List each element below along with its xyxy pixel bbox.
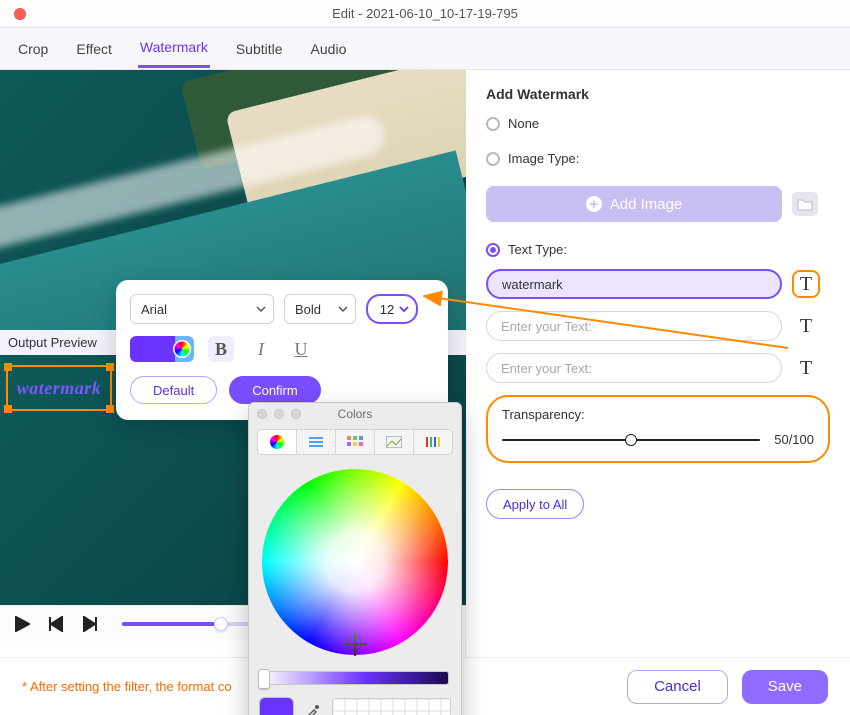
step-forward-button[interactable] — [80, 614, 100, 634]
colors-tab-pencils[interactable] — [414, 430, 452, 454]
font-weight-select[interactable]: Bold — [284, 294, 356, 324]
watermark-text-input-1[interactable]: watermark — [486, 269, 782, 299]
italic-button[interactable]: I — [248, 336, 274, 362]
watermark-preview-text: watermark — [17, 378, 102, 399]
text-style-toolbar: Arial Bold 12 B I U Default — [116, 280, 448, 420]
resize-handle-bl[interactable] — [4, 405, 12, 413]
transparency-value: 50/100 — [774, 432, 814, 447]
font-family-value: Arial — [141, 302, 167, 317]
browse-folder-button[interactable] — [792, 192, 818, 216]
apply-to-all-button[interactable]: Apply to All — [486, 489, 584, 519]
window-title: Edit - 2021-06-10_10-17-19-795 — [0, 6, 850, 21]
tab-audio[interactable]: Audio — [309, 31, 349, 67]
watermark-text-input-3[interactable]: Enter your Text: — [486, 353, 782, 383]
chevron-down-icon — [256, 304, 266, 314]
editor-tabs: Crop Effect Watermark Subtitle Audio — [0, 28, 850, 70]
text-style-button-1[interactable]: T — [792, 270, 820, 298]
pencils-icon — [425, 436, 441, 448]
sliders-icon — [308, 436, 324, 448]
saved-colors-grid[interactable] — [332, 698, 451, 715]
right-panel: Add Watermark None Image Type: + Add Ima… — [466, 70, 850, 657]
palette-grid-icon — [347, 436, 363, 448]
colors-title: Colors — [338, 407, 373, 421]
transparency-label: Transparency: — [502, 407, 814, 422]
color-wheel-cursor[interactable] — [346, 635, 362, 651]
main: Output Preview watermark — [0, 70, 850, 657]
underline-button[interactable]: U — [288, 336, 314, 362]
brightness-slider[interactable] — [261, 671, 449, 685]
current-color-swatch[interactable] — [259, 697, 294, 715]
colors-tab-wheel[interactable] — [258, 430, 297, 454]
titlebar: Edit - 2021-06-10_10-17-19-795 — [0, 0, 850, 28]
play-button[interactable] — [12, 614, 32, 634]
text-style-button-2[interactable]: T — [792, 312, 820, 340]
font-size-select[interactable]: 12 — [366, 294, 418, 324]
plus-circle-icon: + — [586, 196, 602, 212]
tab-crop[interactable]: Crop — [16, 31, 50, 67]
eyedropper-button[interactable] — [304, 702, 322, 715]
chevron-down-icon — [399, 304, 409, 314]
radio-none[interactable] — [486, 117, 500, 131]
color-wheel[interactable] — [262, 469, 448, 655]
watermark-text-placeholder-3: Enter your Text: — [501, 361, 592, 376]
color-wheel-icon — [173, 340, 191, 358]
radio-image[interactable] — [486, 152, 500, 166]
bold-button[interactable]: B — [208, 336, 234, 362]
tab-effect[interactable]: Effect — [74, 31, 114, 67]
radio-image-label: Image Type: — [508, 151, 579, 166]
radio-none-row[interactable]: None — [486, 116, 830, 131]
colors-tab-palettes[interactable] — [336, 430, 375, 454]
color-wheel-icon — [270, 435, 284, 449]
radio-image-row[interactable]: Image Type: — [486, 151, 830, 166]
image-icon — [386, 436, 402, 448]
right-panel-title: Add Watermark — [486, 86, 830, 102]
colors-tab-image[interactable] — [375, 430, 414, 454]
radio-none-label: None — [508, 116, 539, 131]
radio-text-label: Text Type: — [508, 242, 567, 257]
colors-panel[interactable]: Colors — [248, 402, 462, 715]
tab-watermark[interactable]: Watermark — [138, 29, 210, 68]
resize-handle-br[interactable] — [106, 405, 114, 413]
tab-subtitle[interactable]: Subtitle — [234, 31, 285, 67]
font-family-select[interactable]: Arial — [130, 294, 274, 324]
default-button[interactable]: Default — [130, 376, 217, 404]
chevron-down-icon — [338, 304, 348, 314]
add-image-label: Add Image — [610, 196, 683, 213]
confirm-button[interactable]: Confirm — [229, 376, 321, 404]
font-weight-value: Bold — [295, 302, 321, 317]
radio-text-row[interactable]: Text Type: — [486, 242, 830, 257]
watermark-text-placeholder-2: Enter your Text: — [501, 319, 592, 334]
resize-handle-tr[interactable] — [106, 363, 114, 371]
brightness-knob[interactable] — [258, 669, 270, 689]
save-button[interactable]: Save — [742, 670, 828, 704]
watermark-text-input-2[interactable]: Enter your Text: — [486, 311, 782, 341]
colors-tab-sliders[interactable] — [297, 430, 336, 454]
colors-mode-tabs[interactable] — [257, 429, 453, 455]
transparency-slider[interactable] — [502, 439, 760, 441]
text-style-button-3[interactable]: T — [792, 354, 820, 382]
radio-text[interactable] — [486, 243, 500, 257]
font-size-value: 12 — [380, 302, 394, 317]
watermark-text-value: watermark — [502, 277, 563, 292]
add-image-button[interactable]: + Add Image — [486, 186, 782, 222]
colors-traffic-lights[interactable] — [257, 409, 301, 419]
resize-handle-tl[interactable] — [4, 363, 12, 371]
step-back-button[interactable] — [46, 614, 66, 634]
cancel-button[interactable]: Cancel — [627, 670, 728, 704]
transparency-section: Transparency: 50/100 — [486, 395, 830, 463]
watermark-bounding-box[interactable]: watermark — [6, 365, 112, 411]
text-color-button[interactable] — [130, 336, 194, 362]
colors-titlebar[interactable]: Colors — [249, 403, 461, 425]
